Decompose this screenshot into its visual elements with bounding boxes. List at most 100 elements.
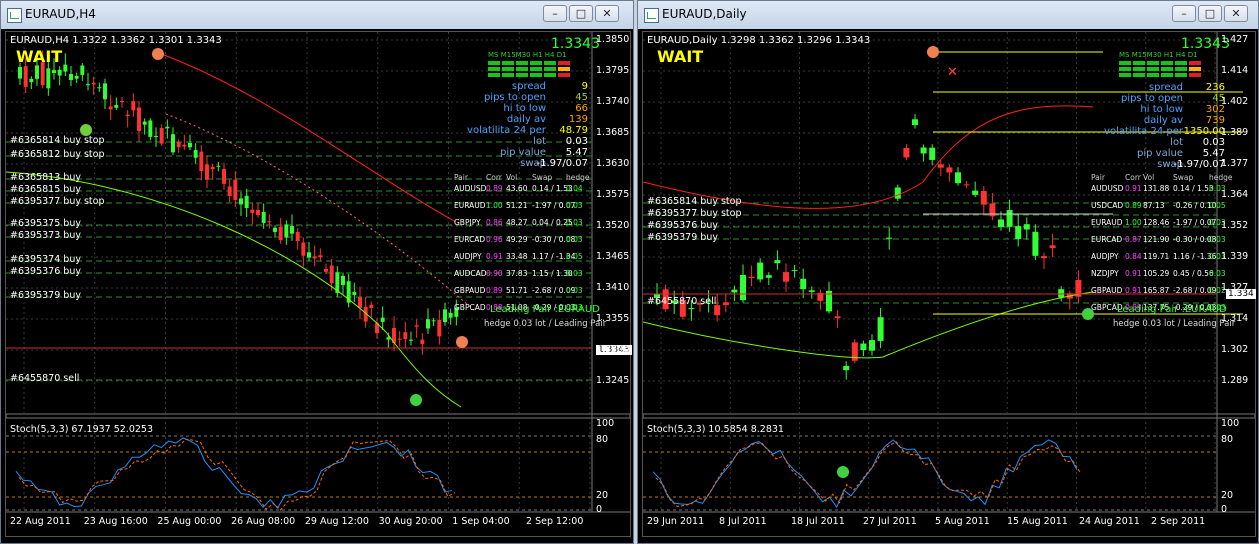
candle-body [929,147,936,160]
chart-area[interactable]: ✕ EURAUD,Daily 1.3298 1.3362 1.3296 1.33… [642,31,1256,537]
order-label: #6365815 buy [10,184,81,195]
stat-value: 0.03 [565,136,588,147]
price-axis-label: 1.302 [1221,344,1249,355]
candle-body [722,302,729,306]
candle-body [791,270,798,272]
stat-label: pip value [500,147,546,158]
price-axis-label: 1.3355 [596,313,630,324]
candle-body [748,276,755,279]
stat-label: daily av [506,114,546,125]
candle-body [443,309,447,323]
candle-body [963,184,970,186]
pair-name: AUDCAD [454,269,487,278]
candle-body [318,255,323,258]
candle-body [403,332,408,340]
candle-body [369,304,374,308]
close-button[interactable]: ✕ [595,5,619,22]
pair-name: AUDUSD [454,184,487,193]
signal-text: WAIT [657,47,704,66]
minimize-button[interactable]: – [1172,5,1196,22]
candle-body [227,186,232,196]
pair-name: GBPJPY [454,218,481,227]
pair-hedge: 0.03 [1209,235,1226,244]
order-label: #6395375 buy [10,218,81,229]
order-label: #6365813 buy [10,172,81,183]
candle-body [414,325,419,327]
maximize-button[interactable]: □ [1198,5,1222,22]
pair-hedge: 0.05 [566,252,583,261]
tf-signal-bar [1189,73,1201,77]
price-axis-label: 1.3850 [596,34,630,45]
price-axis-label: 1.3300 [596,344,630,355]
time-axis-label: 15 Aug 2011 [1007,516,1068,527]
stat-label: pips to open [483,92,546,103]
stat-value: 0.03 [1202,137,1225,148]
pair-hedge: 0.05 [1209,201,1226,210]
stat-label: volatilita 24 per [467,125,546,136]
candle-body [774,260,781,264]
chart-window-euraud-daily[interactable]: EURAUD,Daily – □ ✕ ✕ EURAUD,Daily 1.3298… [637,0,1259,544]
tf-signal-bar [516,67,528,71]
moving-average-red [643,105,1094,209]
order-label: #6455870 sell [10,373,80,384]
hedge-note: hedge 0.03 lot / Leading Pair [1113,319,1236,329]
timeframe-header: MS M15M30 H1 H4 D1 [488,51,567,59]
tf-signal-bar [530,67,542,71]
candle-body [267,221,272,223]
candle-body [278,226,283,241]
tf-signal-bar [1189,67,1201,71]
candle-body [239,198,243,205]
candle-body [256,209,260,215]
sell-signal-cross-icon: ✕ [947,65,958,80]
pair-header-cell: Swap [532,173,553,182]
pair-name: EURAUD [454,201,486,210]
time-axis-label: 22 Aug 2011 [10,516,71,527]
maximize-button[interactable]: □ [569,5,593,22]
price-axis-label: 1.364 [1221,189,1249,200]
stoch-axis-label: 80 [596,434,609,445]
candle-body [284,224,289,238]
tf-signal-bar [516,73,528,77]
pair-corr: 0.91 [1125,269,1142,278]
candle-body [739,275,747,301]
time-axis-label: 1 Sep 04:00 [452,516,510,527]
minimize-button[interactable]: – [543,5,567,22]
close-button[interactable]: ✕ [1224,5,1248,22]
stat-value: 739 [1205,115,1225,126]
pair-corr: 0.89 [1125,201,1142,210]
title-bar[interactable]: EURAUD,H4 – □ ✕ [1,1,633,29]
candle-body [886,237,893,239]
pair-hedge: 0.03 [566,235,583,244]
candle-body [97,87,102,89]
candle-body [903,147,910,158]
candle-body [18,66,22,79]
tf-signal-bar [1147,73,1159,77]
pair-name: EURCAD [454,235,486,244]
candle-body [329,265,334,284]
tf-signal-bar [558,61,570,65]
stoch-axis-label: 100 [1221,418,1240,429]
time-axis-label: 26 Aug 08:00 [231,516,296,527]
candle-body [35,65,39,79]
tf-signal-bar [1175,61,1187,65]
tf-signal-bar [1119,61,1131,65]
pair-vol: 37.83 [506,269,528,278]
title-bar[interactable]: EURAUD,Daily – □ ✕ [638,1,1258,29]
price-axis-label: 1.414 [1221,65,1249,76]
tf-signal-bar [1161,61,1173,65]
chart-window-euraud-h4[interactable]: EURAUD,H4 – □ ✕ EURAUD,H4 1.3322 1.3362 … [0,0,634,544]
candle-body [946,167,953,173]
signal-marker-icon [152,48,164,60]
candle-body [244,195,249,209]
chart-area[interactable]: EURAUD,H4 1.3322 1.3362 1.3301 1.3343 WA… [5,31,632,537]
candle-body [52,70,56,74]
price-axis-label: 1.327 [1221,282,1249,293]
price-axis-label: 1.352 [1221,220,1249,231]
stat-label: hi to low [1140,104,1183,115]
candle-body [420,339,425,345]
pair-corr: 0.96 [486,235,503,244]
stoch-axis-label: 100 [596,418,615,429]
pair-corr: 1.00 [486,201,503,210]
tf-signal-bar [544,73,556,77]
pair-vol: 51.21 [506,201,528,210]
